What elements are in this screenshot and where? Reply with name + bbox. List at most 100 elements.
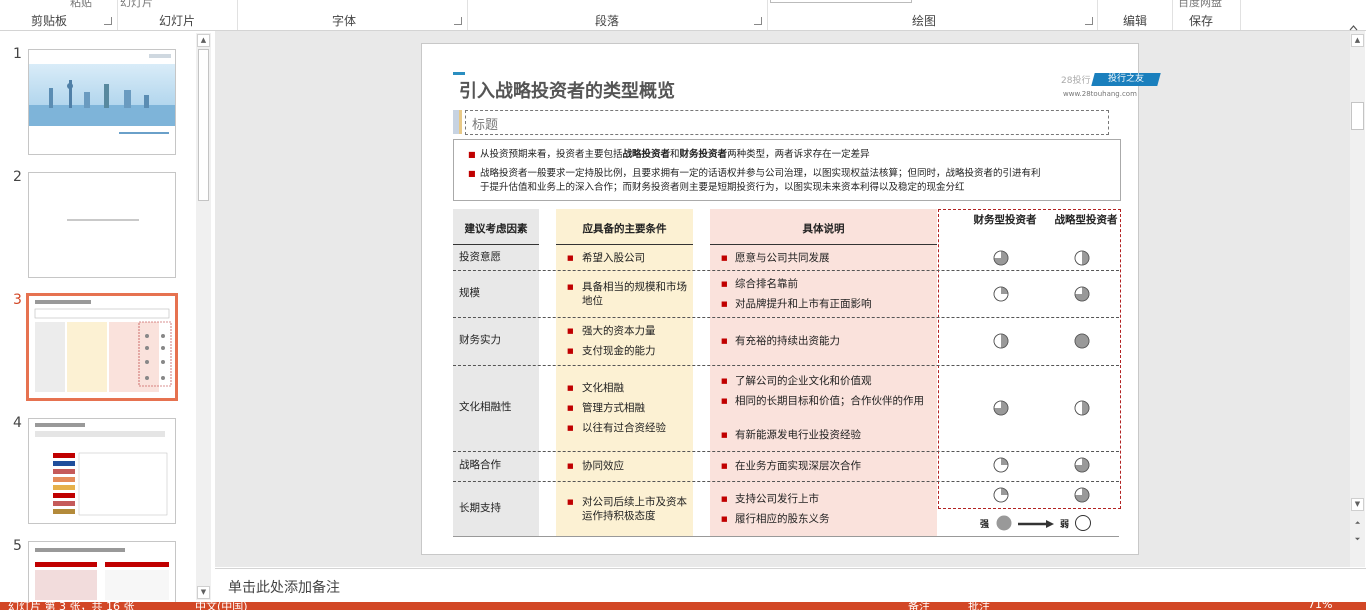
status-zoom[interactable]: 71%	[1308, 602, 1332, 610]
row-separator	[453, 270, 1119, 271]
status-comments-button[interactable]: 批注	[968, 602, 990, 610]
ribbon-group-label: 保存	[1189, 14, 1214, 28]
ribbon-group-label: 剪贴板	[31, 14, 68, 28]
thumbnail-number: 5	[13, 538, 22, 554]
editor-scrollbar[interactable]: ▲ ▼ ⏶ ⏷	[1350, 31, 1365, 567]
bullet-icon: ■	[567, 384, 574, 392]
logo-prefix: 28投行	[1061, 76, 1091, 86]
bullet-icon: ■	[721, 462, 728, 470]
thumbnail-number: 1	[13, 46, 22, 62]
logo-tag-text: 投行之友	[1107, 74, 1144, 84]
thumbnail-number: 2	[13, 169, 22, 185]
ribbon-group-label: 绘图	[912, 14, 937, 28]
dialog-launcher-icon[interactable]	[454, 17, 462, 25]
bullet-icon: ■	[567, 282, 574, 291]
header-details: 具体说明	[802, 223, 845, 235]
heading-placeholder-box[interactable]: 标题	[465, 110, 1109, 135]
notes-pane[interactable]: 单击此处添加备注	[215, 568, 1366, 603]
table-row-factor: 文化相融性	[459, 401, 512, 413]
bullet-icon: ■	[567, 347, 574, 355]
slide-thumbnails-pane[interactable]: 1 2 3 4 5 ▲ ▼	[0, 31, 214, 604]
detail-item: 有新能源发电行业投资经验	[735, 429, 861, 441]
row-separator	[453, 481, 1119, 482]
logo-tag: 投行之友	[1091, 73, 1161, 86]
strategic-rating-pie-icon	[1074, 487, 1090, 503]
intro-text: 和	[670, 149, 680, 160]
financial-rating-pie-icon	[993, 457, 1009, 473]
header-factor: 建议考虑因素	[464, 223, 528, 235]
table-row-factor: 投资意愿	[459, 251, 501, 263]
dialog-launcher-icon[interactable]	[104, 17, 112, 25]
financial-rating-pie-icon	[993, 286, 1009, 301]
status-bar: 幻灯片 第 3 张，共 16 张 中文(中国) 备注 批注 71%	[0, 602, 1366, 610]
collapse-ribbon-icon[interactable]	[1349, 16, 1358, 31]
condition-item: 协同效应	[582, 460, 624, 472]
bullet-icon: ■	[721, 397, 728, 405]
bullet-icon: ■	[567, 254, 574, 262]
intro-line-2a: 战略投资者一般要求一定持股比例，且要求拥有一定的话语权并参与公司治理，以图实现权…	[480, 168, 1041, 179]
row-separator	[453, 451, 1119, 452]
thumbnails-scrollbar[interactable]: ▲ ▼	[196, 33, 211, 600]
condition-item: 强大的资本力量	[582, 325, 656, 337]
ribbon-group-paragraph: 段落	[467, 0, 768, 30]
table-row-factor: 长期支持	[459, 501, 501, 514]
ribbon-group-label: 编辑	[1123, 14, 1148, 28]
table-row-factor: 规模	[459, 286, 480, 299]
slide-thumbnail-3[interactable]	[26, 293, 178, 401]
financial-rating-pie-icon	[993, 333, 1009, 349]
slide-thumbnail-2[interactable]	[28, 172, 176, 278]
slide-thumbnail-4[interactable]	[28, 418, 176, 524]
scrollbar-thumb[interactable]	[198, 49, 209, 201]
intro-line-2b: 于提升估值和业务上的深入合作；而财务投资者则主要是短期投资行为，以图实现未来资本…	[480, 182, 965, 193]
bullet-icon: ■	[721, 279, 728, 288]
detail-item: 对品牌提升和上市有正面影响	[735, 297, 872, 310]
ribbon-group-font: 字体	[237, 0, 468, 30]
bullet-icon: ■	[567, 327, 574, 335]
scroll-up-icon[interactable]: ▲	[197, 34, 210, 47]
intro-box[interactable]: ■ 从投资预期来看，投资者主要包括战略投资者和财务投资者两种类型，两者诉求存在一…	[453, 139, 1121, 201]
condition-item: 管理方式相融	[582, 402, 645, 414]
condition-item: 对公司后续上市及资本运作持积极态度	[582, 495, 687, 522]
slide-thumbnail-5[interactable]	[28, 541, 176, 604]
dialog-launcher-icon[interactable]	[754, 17, 762, 25]
scroll-down-icon[interactable]: ▼	[1351, 498, 1364, 511]
investor-type-dashed-box	[938, 209, 1121, 509]
financial-rating-pie-icon	[993, 487, 1009, 503]
condition-item: 具备相当的规模和市场地位	[582, 280, 687, 307]
status-language[interactable]: 中文(中国)	[195, 602, 248, 610]
bullet-icon: ■	[567, 424, 574, 432]
strategic-rating-pie-icon	[1074, 457, 1090, 473]
condition-item: 支付现金的能力	[582, 345, 656, 357]
table-bottom-line	[453, 536, 1119, 537]
financial-rating-pie-icon	[993, 400, 1009, 416]
status-notes-button[interactable]: 备注	[908, 602, 930, 610]
strategic-rating-pie-icon	[1074, 286, 1090, 301]
slide-thumbnail-1[interactable]	[28, 49, 176, 155]
legend-weak: 弱	[1060, 520, 1070, 530]
previous-slide-icon[interactable]: ⏶	[1351, 518, 1364, 531]
legend-strong-circle	[996, 515, 1012, 531]
intro-line-1: 从投资预期来看，投资者主要包括战略投资者和财务投资者两种类型，两者诉求存在一定差…	[480, 148, 870, 162]
scroll-down-icon[interactable]: ▼	[197, 586, 210, 599]
row-separator	[453, 317, 1119, 318]
bullet-icon: ■	[721, 514, 728, 523]
row-separator	[453, 365, 1119, 366]
next-slide-icon[interactable]: ⏷	[1351, 534, 1364, 547]
ribbon-group-save: 保存	[1172, 0, 1241, 30]
slide-canvas[interactable]: 引入战略投资者的类型概览 28投行 投行之友 www.28touhang.com…	[421, 43, 1161, 555]
detail-item: 愿意与公司共同发展	[735, 252, 830, 264]
ribbon-group-label: 段落	[595, 14, 620, 28]
slide-editor-area[interactable]: 引入战略投资者的类型概览 28投行 投行之友 www.28touhang.com…	[215, 31, 1365, 567]
scrollbar-thumb[interactable]	[1351, 102, 1364, 130]
scroll-up-icon[interactable]: ▲	[1351, 34, 1364, 47]
heading-stripe	[459, 110, 462, 134]
strategic-rating-pie-icon	[1074, 400, 1090, 416]
header-underline	[556, 244, 693, 245]
legend-arrow-icon	[1018, 520, 1054, 528]
dialog-launcher-icon[interactable]	[1085, 17, 1093, 25]
detail-item: 在业务方面实现深层次合作	[735, 460, 861, 472]
header-underline	[710, 244, 937, 245]
slide-title[interactable]: 引入战略投资者的类型概览	[459, 77, 675, 103]
financial-rating-pie-icon	[993, 250, 1009, 266]
strategic-rating-pie-icon	[1074, 333, 1090, 349]
